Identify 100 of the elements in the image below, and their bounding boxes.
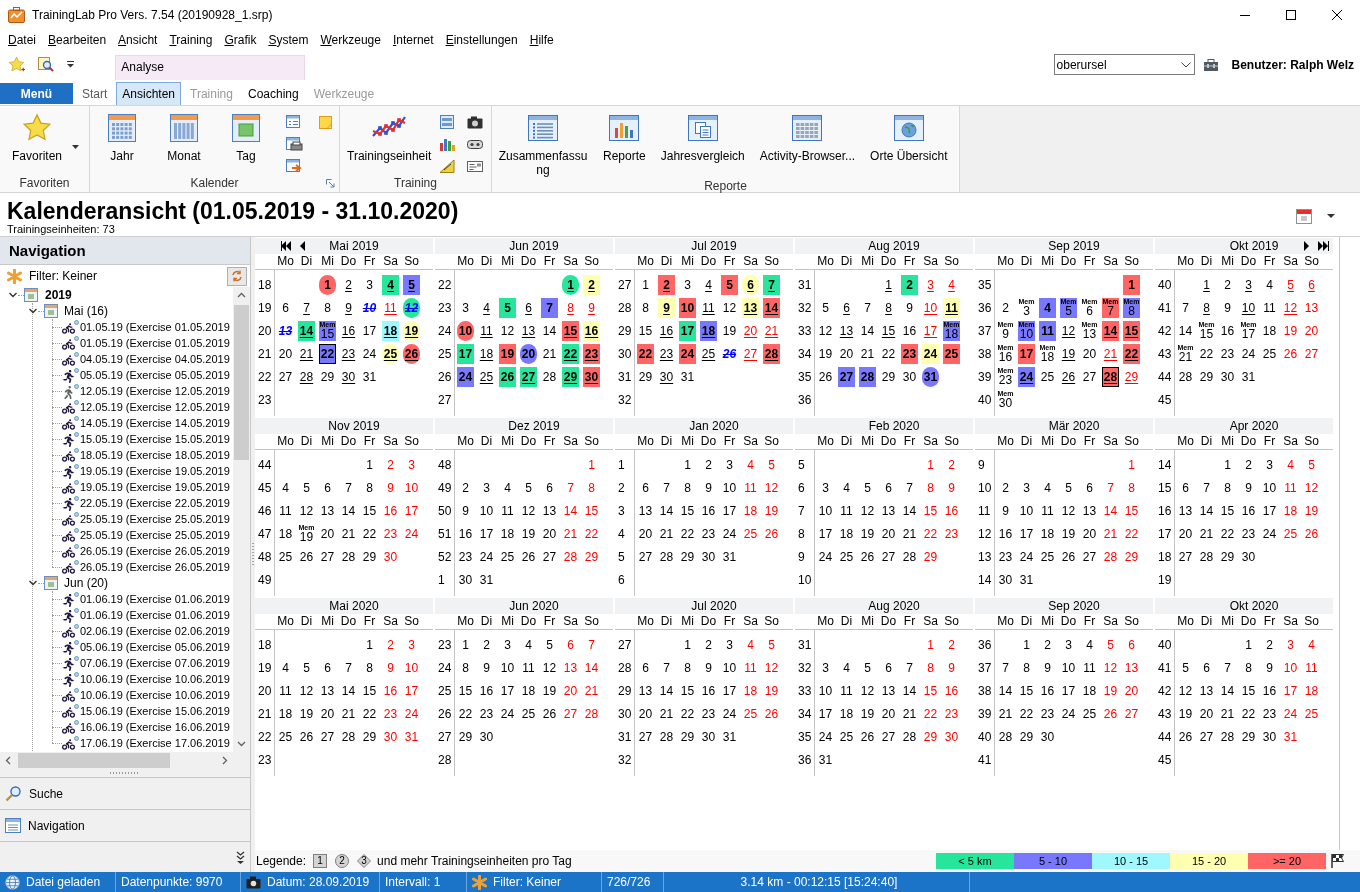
tree-item[interactable]: 16.06.19 (Exercise 16.06.2019	[62, 719, 230, 735]
calendar-day[interactable]: 8	[1219, 477, 1236, 498]
calendar-day[interactable]: 26	[1303, 523, 1320, 544]
calendar-day[interactable]: 23	[583, 343, 600, 364]
calendar-day[interactable]: 19	[817, 343, 834, 364]
calendar-day[interactable]: 25	[1039, 366, 1056, 387]
menu-item[interactable]: Training	[169, 32, 213, 48]
calendar-day[interactable]: 5	[1102, 634, 1119, 655]
calendar-day[interactable]: 26	[499, 366, 516, 387]
calendar-day[interactable]: 14	[658, 500, 675, 521]
menu-item[interactable]: Ansicht	[118, 32, 158, 48]
calendar-day[interactable]: 8	[361, 657, 378, 678]
calendar-day[interactable]: 14	[562, 500, 579, 521]
double-chevron-icon[interactable]	[236, 851, 245, 864]
calendar-day[interactable]: 26	[298, 546, 315, 567]
calendar-day[interactable]: 17	[721, 500, 738, 521]
ribbon-tab[interactable]: Ansichten	[116, 82, 182, 105]
calendar-day[interactable]: 15	[1123, 320, 1140, 341]
calendar-day[interactable]: 26	[1102, 703, 1119, 724]
calendar-day[interactable]: 4	[1282, 454, 1299, 475]
calendar-day[interactable]: 7	[298, 297, 315, 318]
calendar-day[interactable]: 7	[763, 274, 780, 295]
calendar-day[interactable]: 24	[1240, 343, 1257, 364]
calendar-day[interactable]: 25	[1303, 703, 1320, 724]
calendar-day[interactable]: 22	[922, 523, 939, 544]
calendar-day[interactable]: 28	[997, 726, 1014, 747]
calendar-day[interactable]: 25	[1039, 546, 1056, 567]
menu-item[interactable]: Internet	[392, 32, 434, 48]
calendar-day[interactable]: 2	[1039, 634, 1056, 655]
calendar-day[interactable]: 25	[1261, 343, 1278, 364]
calendar-day[interactable]: 9	[583, 297, 600, 318]
calendar-day[interactable]: 14	[1102, 500, 1119, 521]
calendar-day[interactable]: 26	[859, 726, 876, 747]
calendar-day[interactable]: 17	[403, 680, 420, 701]
calendar-day[interactable]: 27	[520, 366, 537, 387]
caret-down-icon[interactable]	[1327, 214, 1335, 218]
calendar-day[interactable]: 27	[742, 343, 759, 364]
calendar-day[interactable]: 5	[763, 454, 780, 475]
menu-item[interactable]: Einstellungen	[445, 32, 518, 48]
calendar-day[interactable]: 26	[1060, 546, 1077, 567]
tree-item[interactable]: 01.05.19 (Exercise 01.05.2019	[62, 319, 230, 335]
calendar-day[interactable]: 19	[520, 523, 537, 544]
calendar-day[interactable]: 23	[997, 546, 1014, 567]
calendar-day[interactable]: 1	[1219, 454, 1236, 475]
calendar-day[interactable]: 22	[1018, 703, 1035, 724]
flag-icon[interactable]	[1330, 853, 1346, 869]
calendar-day[interactable]: 20	[562, 680, 579, 701]
calendar-day[interactable]: 8	[922, 477, 939, 498]
calendar-day[interactable]: 15	[361, 680, 378, 701]
calendar-day[interactable]: 3	[457, 297, 474, 318]
calendar-day[interactable]: 22	[1198, 343, 1215, 364]
calendar-day[interactable]: 10	[499, 657, 516, 678]
calendar-day[interactable]: 6	[637, 477, 654, 498]
calendar-day[interactable]: 6	[520, 297, 537, 318]
calendar-day[interactable]: 22	[880, 343, 897, 364]
calendar-day[interactable]: 25	[478, 366, 495, 387]
year-comparison-button[interactable]: Jahresvergleich	[657, 113, 748, 165]
calendar-day[interactable]: 24	[721, 523, 738, 544]
calendar-day[interactable]: 13	[637, 500, 654, 521]
calendar-day[interactable]: 14	[901, 680, 918, 701]
calendar-day[interactable]: 28	[1198, 546, 1215, 567]
calendar-day[interactable]: 20	[637, 703, 654, 724]
calendar-day[interactable]: 2	[997, 297, 1014, 318]
scrollbar-thumb[interactable]	[234, 305, 249, 460]
calendar-day[interactable]: 13	[1123, 657, 1140, 678]
calendar-icon[interactable]	[1296, 208, 1312, 224]
calendar-day[interactable]: 15	[1018, 680, 1035, 701]
calendar-day[interactable]: 12	[403, 297, 420, 318]
calendar-day[interactable]: 28	[541, 366, 558, 387]
calendar-day[interactable]: 5	[763, 634, 780, 655]
calendar-day[interactable]: 11	[499, 500, 516, 521]
location-combobox[interactable]: oberursel	[1053, 54, 1195, 75]
calendar-day[interactable]: 29	[1240, 726, 1257, 747]
calendar-day[interactable]: 27	[1198, 726, 1215, 747]
calendar-day[interactable]: 4	[838, 657, 855, 678]
calendar-day[interactable]: 8	[679, 477, 696, 498]
calendar-day[interactable]: 13	[520, 320, 537, 341]
calendar-day[interactable]: 18	[838, 703, 855, 724]
tree-item[interactable]: 15.05.19 (Exercise 15.05.2019	[62, 431, 230, 447]
calendar-day[interactable]: 15	[562, 320, 579, 341]
calendar-day[interactable]: 2	[382, 454, 399, 475]
calendar-day[interactable]: 8	[1240, 657, 1257, 678]
calendar-day[interactable]: 20	[1198, 703, 1215, 724]
calendar-day[interactable]: 24	[499, 703, 516, 724]
calendar-day[interactable]: 3	[922, 274, 939, 295]
calendar-day[interactable]: 27	[637, 726, 654, 747]
calendar-day[interactable]: 20	[1303, 320, 1320, 341]
favorites-button[interactable]: Favoriten	[6, 113, 68, 165]
calendar-day[interactable]: 11	[478, 320, 495, 341]
calendar-day[interactable]: 9	[700, 477, 717, 498]
calendar-day[interactable]: 31	[1018, 569, 1035, 590]
calendar-day[interactable]: 23	[1261, 703, 1278, 724]
calendar-day[interactable]: 3	[817, 477, 834, 498]
calendar-day[interactable]: 28	[298, 366, 315, 387]
calendar-day[interactable]: 21	[541, 343, 558, 364]
calendar-day[interactable]: 8	[679, 657, 696, 678]
calendar-day[interactable]: 3	[1282, 634, 1299, 655]
calendar-day[interactable]: 14	[340, 680, 357, 701]
calendar-day[interactable]: 19	[541, 680, 558, 701]
calendar-day[interactable]: 8	[922, 657, 939, 678]
